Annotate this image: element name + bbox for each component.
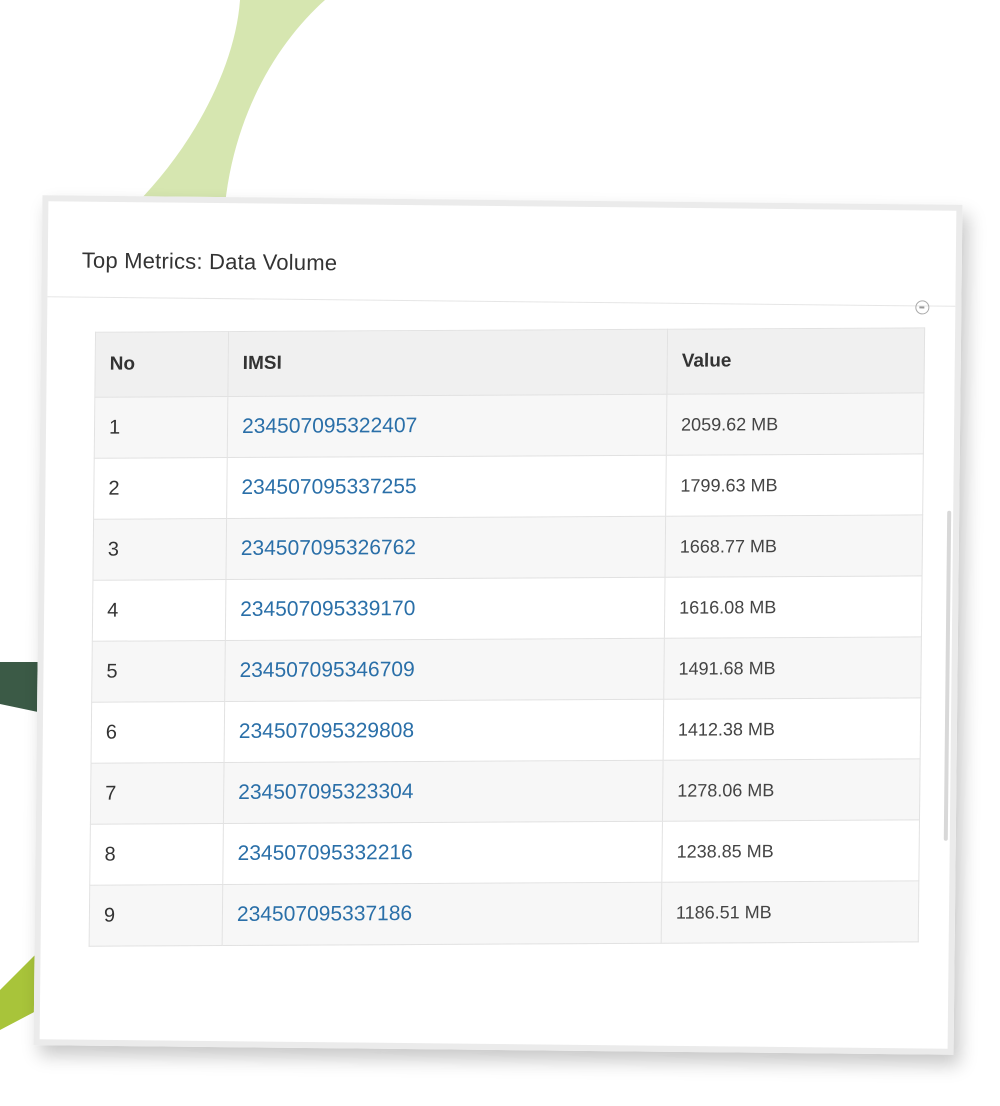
vertical-scrollbar[interactable]	[943, 510, 952, 841]
table-row: 5 234507095346709 1491.68 MB	[91, 636, 922, 703]
column-header-no[interactable]: No	[94, 331, 229, 398]
imsi-cell: 234507095326762	[225, 516, 666, 580]
panel-header: Top Metrics: Data Volume	[47, 201, 957, 307]
table-row: 2 234507095337255 1799.63 MB	[93, 453, 924, 520]
imsi-link[interactable]: 234507095323304	[238, 780, 413, 804]
imsi-link[interactable]: 234507095322407	[242, 414, 417, 438]
row-number: 1	[94, 396, 228, 459]
table-row: 1 234507095322407 2059.62 MB	[94, 392, 924, 459]
table-row: 3 234507095326762 1668.77 MB	[92, 514, 923, 581]
value-cell: 2059.62 MB	[666, 392, 924, 456]
imsi-cell: 234507095329808	[224, 699, 664, 763]
collapse-icon[interactable]	[915, 300, 930, 315]
value-cell: 1491.68 MB	[663, 636, 922, 700]
value-cell: 1278.06 MB	[662, 758, 921, 822]
imsi-link[interactable]: 234507095339170	[240, 597, 415, 621]
row-number: 3	[92, 518, 227, 581]
row-number: 7	[90, 762, 225, 825]
row-number: 6	[91, 701, 225, 764]
row-number: 2	[93, 457, 228, 520]
table-row: 6 234507095329808 1412.38 MB	[91, 697, 921, 764]
row-number: 5	[91, 640, 226, 703]
value-cell: 1616.08 MB	[664, 575, 923, 639]
imsi-cell: 234507095332216	[222, 821, 663, 885]
table-container: No IMSI Value 1 234507095322407 2059.62 …	[89, 327, 925, 956]
top-metrics-panel: Top Metrics: Data Volume No IMSI Value 1…	[33, 195, 963, 1055]
row-number: 8	[89, 823, 224, 886]
table-row: 4 234507095339170 1616.08 MB	[92, 575, 923, 642]
imsi-link[interactable]: 234507095329808	[239, 719, 414, 743]
lime-green-shape	[0, 952, 38, 1030]
dark-green-shape	[0, 662, 38, 712]
table-header-row: No IMSI Value	[94, 327, 925, 398]
imsi-cell: 234507095323304	[223, 760, 664, 824]
row-number: 9	[89, 884, 223, 947]
imsi-link[interactable]: 234507095332216	[237, 841, 412, 865]
imsi-cell: 234507095322407	[227, 394, 667, 458]
imsi-link[interactable]: 234507095337255	[241, 475, 416, 499]
data-volume-table: No IMSI Value 1 234507095322407 2059.62 …	[89, 327, 926, 947]
imsi-link[interactable]: 234507095346709	[239, 658, 414, 682]
imsi-cell: 234507095339170	[225, 577, 666, 641]
panel-title: Top Metrics: Data Volume	[81, 247, 338, 276]
column-header-imsi[interactable]: IMSI	[227, 329, 668, 397]
value-cell: 1668.77 MB	[665, 514, 923, 578]
imsi-cell: 234507095346709	[224, 638, 665, 702]
imsi-link[interactable]: 234507095337186	[237, 902, 412, 926]
value-cell: 1186.51 MB	[661, 880, 919, 944]
value-cell: 1412.38 MB	[663, 697, 921, 761]
table-row: 8 234507095332216 1238.85 MB	[89, 819, 920, 886]
light-green-swoosh	[135, 0, 325, 205]
imsi-link[interactable]: 234507095326762	[241, 536, 416, 560]
imsi-cell: 234507095337186	[222, 882, 662, 946]
table-row: 9 234507095337186 1186.51 MB	[89, 880, 919, 947]
value-cell: 1799.63 MB	[665, 453, 924, 517]
row-number: 4	[92, 579, 226, 642]
column-header-value[interactable]: Value	[666, 327, 925, 395]
value-cell: 1238.85 MB	[661, 819, 920, 883]
table-row: 7 234507095323304 1278.06 MB	[90, 758, 921, 825]
imsi-cell: 234507095337255	[226, 455, 667, 519]
